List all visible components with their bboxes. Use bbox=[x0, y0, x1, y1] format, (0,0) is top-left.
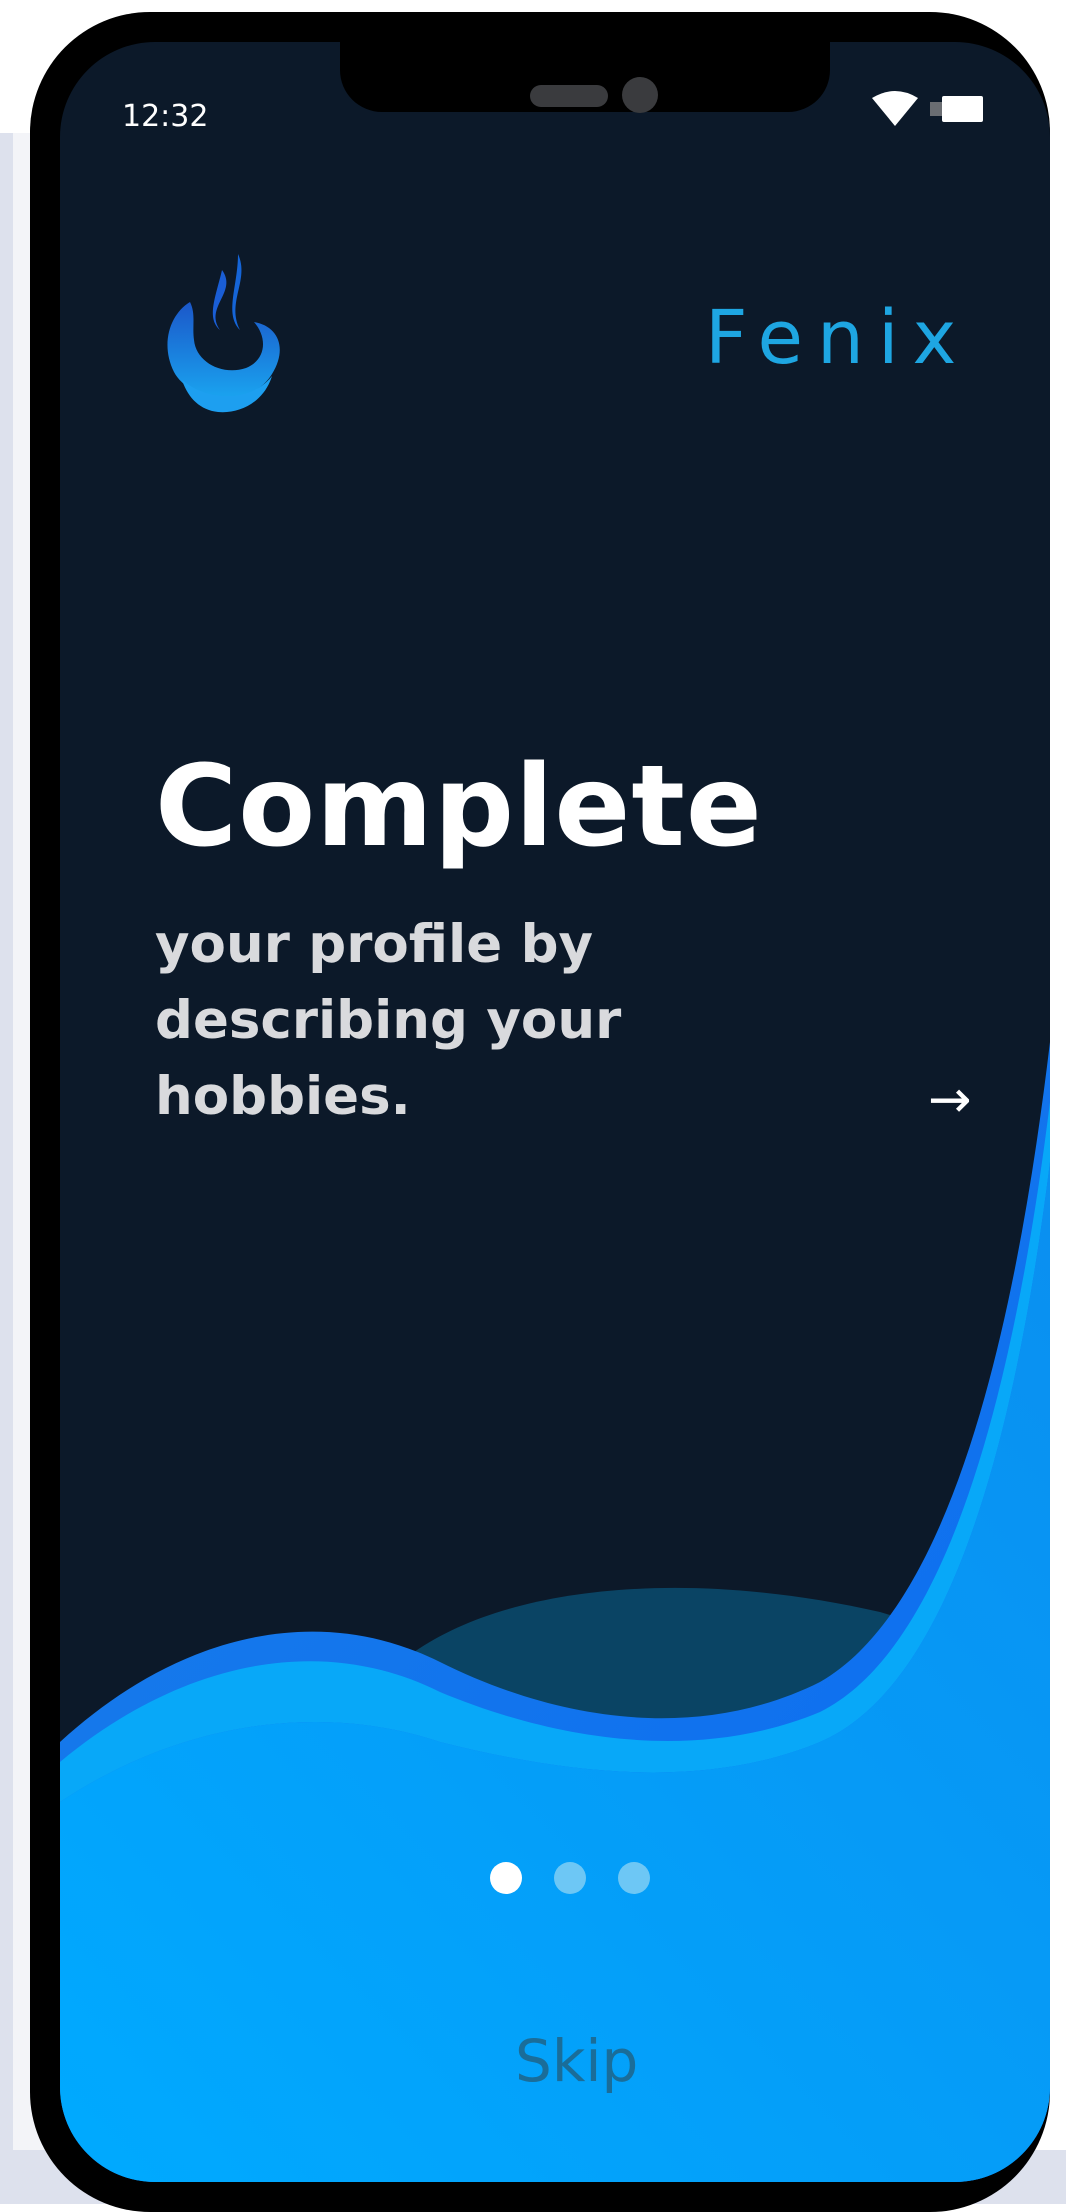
battery-icon bbox=[930, 96, 983, 122]
page-dot-1[interactable] bbox=[490, 1862, 522, 1894]
brand-name: Fenix bbox=[705, 295, 971, 381]
flame-bowl-icon bbox=[167, 254, 280, 413]
onboarding-description: your profile by describing your hobbies. bbox=[155, 914, 622, 1127]
wifi-icon bbox=[872, 91, 918, 126]
onboarding-headline: Complete bbox=[155, 742, 763, 872]
skip-button[interactable]: Skip bbox=[515, 2027, 638, 2095]
speaker-grille bbox=[530, 85, 608, 107]
page-dot-2[interactable] bbox=[554, 1862, 586, 1894]
arrow-right-icon[interactable]: → bbox=[928, 1070, 972, 1130]
status-time: 12:32 bbox=[122, 99, 209, 134]
front-camera bbox=[622, 77, 658, 113]
page-dot-3[interactable] bbox=[618, 1862, 650, 1894]
phone-frame: 12:32 Fenix Complete your profile by des… bbox=[30, 12, 1050, 2212]
phone-screen: 12:32 Fenix Complete your profile by des… bbox=[60, 42, 1050, 2182]
